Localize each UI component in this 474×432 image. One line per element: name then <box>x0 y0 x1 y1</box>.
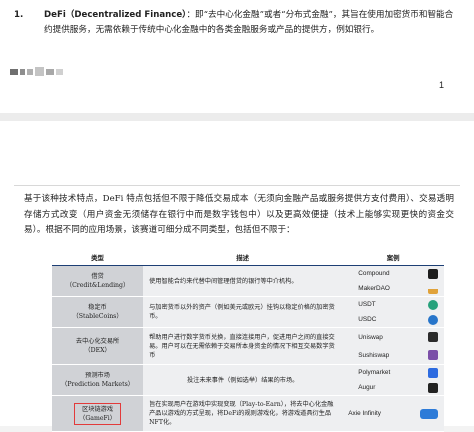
defi-types-table: 类型 描述 案例 借贷 （Credit&Lending） 使用智能合约来代替中间管… <box>52 253 444 432</box>
compound-icon <box>428 268 438 279</box>
type-cell: 稳定币 （StableCoins） <box>52 296 144 328</box>
example-name: Polymarket <box>358 369 391 376</box>
makerdao-icon <box>428 284 438 294</box>
description-cell: 使用智能合约来代替中间管理借贷的银行等中介机构。 <box>143 265 343 297</box>
polymarket-icon <box>428 367 438 378</box>
usdc-icon <box>428 314 438 325</box>
examples-cell: Uniswap Sushiswap <box>342 327 444 365</box>
header-examples: 案例 <box>342 253 444 266</box>
document-page-1: 1. DeFi（Decentralized Finance）：即“去中心化金融”… <box>0 0 474 113</box>
item-title: DeFi（Decentralized Finance） <box>44 10 187 20</box>
example-name: Augur <box>358 384 376 391</box>
item-number: 1. <box>14 10 24 20</box>
table-row: 预测市场 （Prediction Markets） 投注未来事件（例如选举）结果的… <box>52 364 444 396</box>
header-type: 类型 <box>52 253 144 266</box>
examples-cell: USDT USDC <box>342 296 444 328</box>
sushiswap-icon <box>428 350 438 360</box>
page-gap <box>0 113 474 121</box>
description-cell: 旨在实现用户在游戏中实现变现（Play-to-Earn），将去中心化金融产品以游… <box>143 395 343 432</box>
item-body: DeFi（Decentralized Finance）：即“去中心化金融”或者“… <box>44 8 454 38</box>
example-name: Axie Infinity <box>348 410 381 417</box>
highlight-box: 区块链游戏 （GameFi） <box>74 402 121 425</box>
header-description: 描述 <box>143 253 343 266</box>
axie-icon <box>420 408 438 419</box>
table-row: 区块链游戏 （GameFi） 旨在实现用户在游戏中实现变现（Play-to-Ear… <box>52 395 444 432</box>
augur-icon <box>428 382 438 393</box>
description-cell: 投注未来事件（例如选举）结果的市场。 <box>143 364 343 396</box>
example-name: USDC <box>358 316 377 323</box>
type-cell: 借贷 （Credit&Lending） <box>52 265 144 297</box>
examples-cell: Polymarket Augur <box>342 364 444 396</box>
uniswap-icon <box>428 332 438 342</box>
intro-paragraph: 基于该种技术特点，DeFi 特点包括但不限于降低交易成本（无须向金融产品或服务提… <box>24 194 454 235</box>
description-cell: 与加密货币以外的资产（例如美元或欧元）挂钩以稳定价格的加密货币。 <box>143 296 343 328</box>
type-cell: 区块链游戏 （GameFi） <box>52 395 144 432</box>
page-number: 1 <box>438 80 444 90</box>
table-row: 去中心化交易所 （DEX） 帮助用户进行数字货币兑换，直接连接用户，促进用户之间的… <box>52 327 444 365</box>
example-name: Compound <box>358 270 390 277</box>
type-cell: 去中心化交易所 （DEX） <box>52 327 144 365</box>
table-header-row: 类型 描述 案例 <box>52 253 444 266</box>
type-cell: 预测市场 （Prediction Markets） <box>52 364 144 396</box>
example-name: USDT <box>358 301 376 308</box>
examples-cell: Compound MakerDAO <box>342 265 444 297</box>
examples-cell: Axie Infinity <box>342 395 444 432</box>
usdt-icon <box>428 299 438 310</box>
description-cell: 帮助用户进行数字货币兑换，直接连接用户，促进用户之间的直接交易。用户可以在无需依… <box>143 327 343 365</box>
example-name: MakerDAO <box>358 285 390 292</box>
example-name: Sushiswap <box>358 351 390 359</box>
table-row: 稳定币 （StableCoins） 与加密货币以外的资产（例如美元或欧元）挂钩以稳… <box>52 296 444 328</box>
example-name: Uniswap <box>358 333 383 341</box>
redacted-logo <box>10 67 63 76</box>
header-divider <box>14 185 460 186</box>
table-row: 借贷 （Credit&Lending） 使用智能合约来代替中间管理借贷的银行等中介… <box>52 265 444 297</box>
